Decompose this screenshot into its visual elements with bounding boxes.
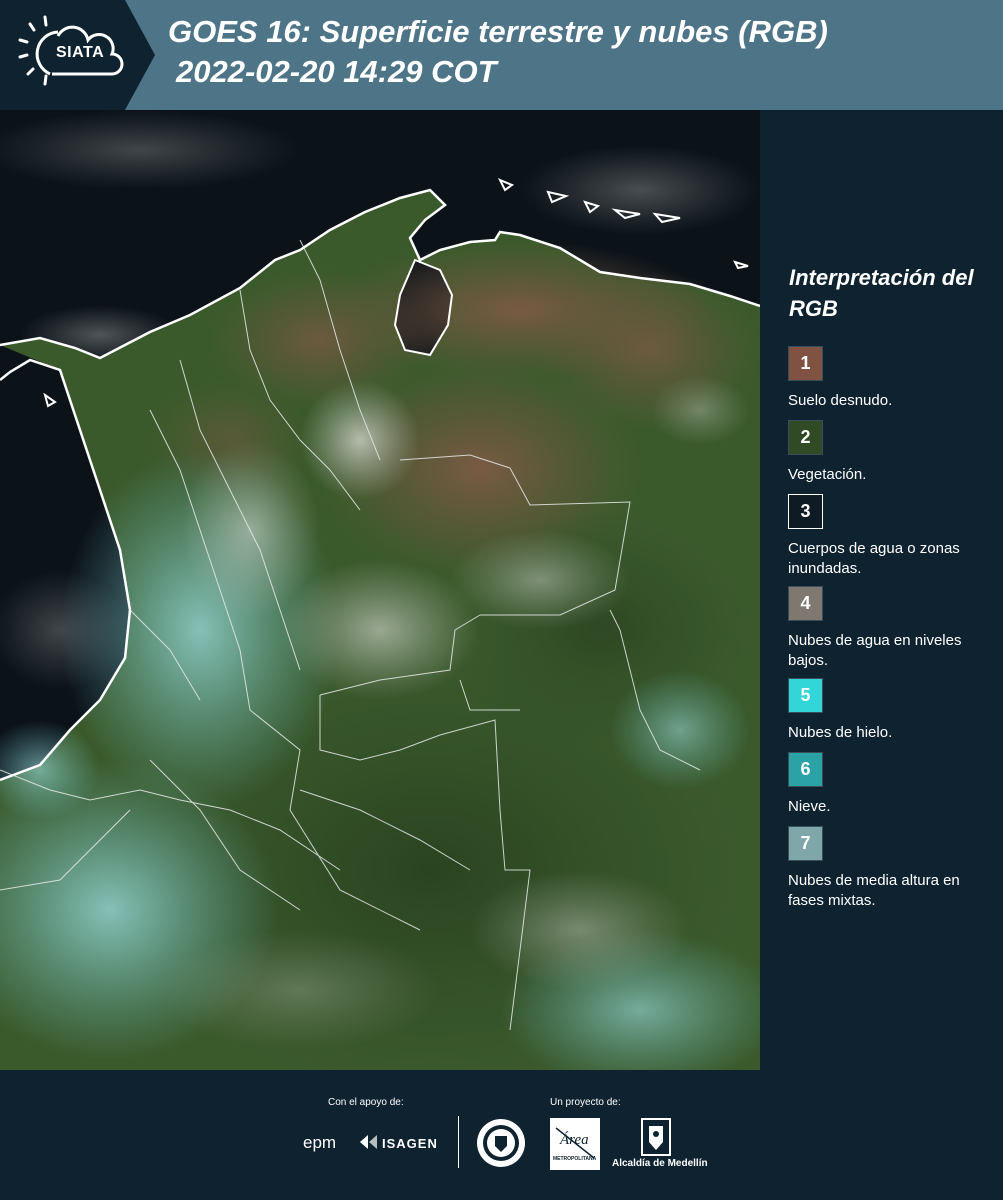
alcaldia-label: Alcaldía de Medellín	[612, 1158, 708, 1169]
area-logo-subtext: METROPOLITANA	[553, 1156, 597, 1162]
legend-panel: Interpretación del RGB 1 Suelo desnudo. …	[760, 110, 1003, 1070]
legend-label: Suelo desnudo.	[788, 392, 893, 409]
footer-divider	[458, 1116, 459, 1168]
legend-item-water-bodies: 3 Cuerpos de agua o zonas inundadas.	[788, 494, 998, 579]
logo-text: SIATA	[56, 44, 105, 61]
page-title: GOES 16: Superficie terrestre y nubes (R…	[168, 14, 828, 49]
legend-label: Vegetación.	[788, 466, 867, 483]
isagen-icon	[358, 1132, 380, 1157]
header-bar: SIATA GOES 16: Superficie terrestre y nu…	[0, 0, 1003, 110]
legend-label: Nieve.	[788, 798, 831, 815]
legend-item-snow: 6 Nieve.	[788, 752, 998, 817]
legend-item-mid-level-clouds: 7 Nubes de media altura en fases mixtas.	[788, 826, 998, 911]
support-caption: Con el apoyo de:	[328, 1097, 404, 1108]
legend-swatch: 3	[788, 494, 823, 529]
area-logo-text: Área	[560, 1132, 589, 1148]
legend-swatch: 4	[788, 586, 823, 621]
area-metropolitana-logo: Área METROPOLITANA	[550, 1118, 600, 1175]
legend-swatch: 2	[788, 420, 823, 455]
page-timestamp: 2022-02-20 14:29 COT	[176, 54, 497, 89]
legend-item-low-water-clouds: 4 Nubes de agua en niveles bajos.	[788, 586, 998, 671]
epm-logo: epm	[303, 1133, 337, 1152]
legend-label: Nubes de media altura en fases mixtas.	[788, 872, 960, 909]
satellite-image	[0, 110, 760, 1070]
footer: Con el apoyo de: Un proyecto de: epm ISA…	[0, 1070, 1003, 1200]
alcaldia-shield-icon	[641, 1118, 671, 1161]
legend-item-vegetation: 2 Vegetación.	[788, 420, 998, 485]
legend-swatch: 1	[788, 346, 823, 381]
legend-swatch: 6	[788, 752, 823, 787]
isagen-logo: ISAGEN	[382, 1136, 438, 1151]
project-caption: Un proyecto de:	[550, 1097, 621, 1108]
legend-item-bare-soil: 1 Suelo desnudo.	[788, 346, 998, 411]
legend-label: Nubes de agua en niveles bajos.	[788, 632, 962, 669]
medellin-seal-icon	[476, 1118, 526, 1173]
legend-item-ice-clouds: 5 Nubes de hielo.	[788, 678, 998, 743]
legend-title: Interpretación del RGB	[789, 265, 974, 321]
legend-swatch: 5	[788, 678, 823, 713]
legend-label: Nubes de hielo.	[788, 724, 893, 741]
legend-swatch: 7	[788, 826, 823, 861]
siata-logo: SIATA	[0, 0, 155, 110]
legend-label: Cuerpos de agua o zonas inundadas.	[788, 540, 960, 577]
